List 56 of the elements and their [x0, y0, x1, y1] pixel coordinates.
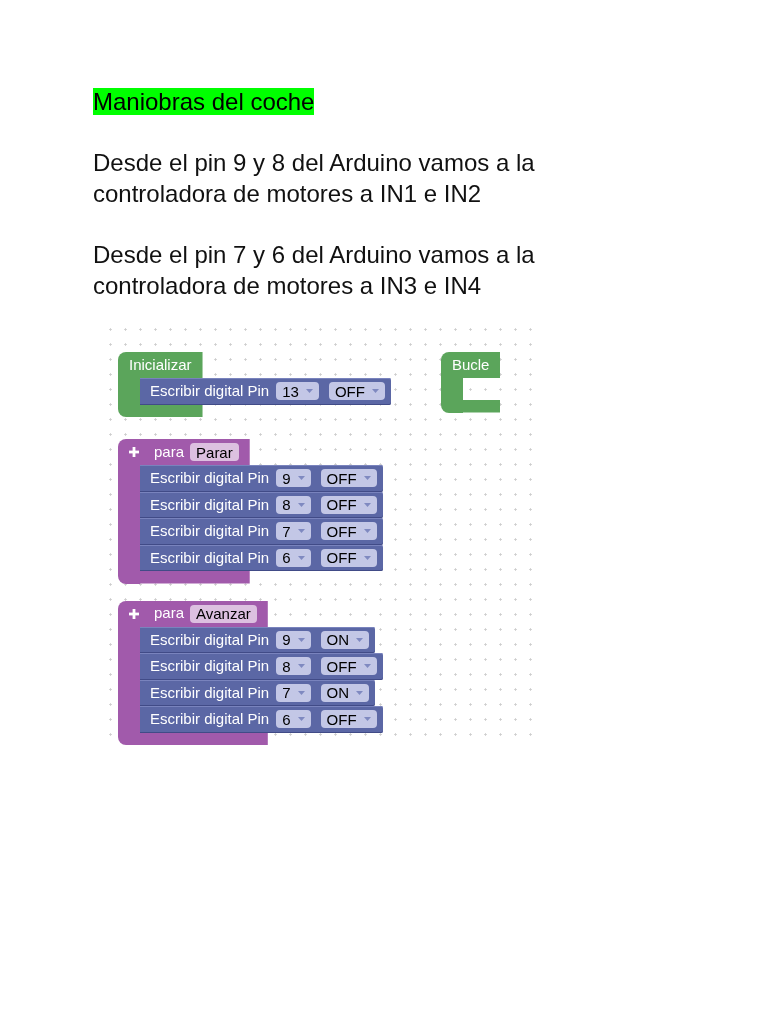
dropdown-field[interactable]: 9 [276, 469, 311, 488]
plus-icon[interactable] [129, 608, 139, 619]
body-paragraph: Desde el pin 9 y 8 del Arduino vamos a la controladora de motores a IN1 e IN2 [93, 148, 536, 209]
caret-icon [297, 717, 305, 722]
caret-icon [305, 389, 313, 394]
caret-icon [363, 529, 371, 534]
block-label: Escribir digital Pin [150, 629, 270, 650]
caret-icon [297, 476, 305, 481]
caret-icon [297, 664, 305, 669]
dropdown-field[interactable]: OFF [320, 710, 377, 729]
body-paragraph: Desde el pin 7 y 6 del Arduino vamos a la controladora de motores a IN3 e IN4 [93, 240, 536, 301]
block-title: Inicializar [129, 354, 192, 375]
name-field[interactable]: Parar [190, 443, 239, 461]
dropdown-field[interactable]: OFF [320, 657, 377, 676]
caret-icon [363, 664, 371, 669]
caret-icon [363, 717, 371, 722]
dropdown-field[interactable]: OFF [320, 469, 377, 488]
block-title: Bucle [451, 354, 490, 375]
plus-icon[interactable] [129, 447, 139, 457]
block-label: Escribir digital Pin [150, 709, 270, 729]
caret-icon [297, 502, 305, 507]
dropdown-field[interactable]: OFF [328, 382, 385, 401]
dropdown-field[interactable]: 8 [276, 657, 311, 676]
caret-icon [297, 637, 305, 642]
name-field[interactable]: Avanzar [190, 604, 257, 623]
caret-icon [297, 529, 305, 534]
caret-icon [363, 476, 371, 481]
dropdown-field[interactable]: 6 [276, 548, 311, 567]
block-label: Escribir digital Pin [150, 521, 270, 541]
block-label: Escribir digital Pin [150, 494, 270, 515]
block-label: Escribir digital Pin [150, 381, 270, 401]
dropdown-field[interactable]: 9 [276, 630, 311, 649]
dropdown-field[interactable]: 7 [276, 683, 311, 702]
dropdown-field[interactable]: OFF [320, 522, 377, 541]
block-label: Escribir digital Pin [150, 468, 270, 488]
caret-icon [363, 555, 371, 560]
dropdown-field[interactable]: 6 [276, 710, 311, 729]
dropdown-field[interactable]: 8 [276, 495, 311, 514]
caret-icon [363, 502, 371, 507]
keyword-label: para [154, 603, 185, 624]
dropdown-field[interactable]: 13 [276, 382, 319, 401]
caret-icon [356, 690, 364, 695]
caret-icon [297, 555, 305, 560]
caret-icon [371, 389, 379, 394]
dropdown-field[interactable]: ON [320, 630, 370, 649]
dropdown-field[interactable]: OFF [320, 548, 377, 567]
block-label: Escribir digital Pin [150, 682, 270, 703]
keyword-label: para [154, 441, 185, 462]
caret-icon [356, 637, 364, 642]
block-label: Escribir digital Pin [150, 656, 270, 676]
dropdown-field[interactable]: 7 [276, 522, 311, 541]
dropdown-field[interactable]: OFF [320, 495, 377, 514]
dropdown-field[interactable]: ON [320, 683, 370, 702]
caret-icon [297, 690, 305, 695]
document-title: Maniobras del coche [93, 88, 315, 115]
block-label: Escribir digital Pin [150, 547, 270, 568]
